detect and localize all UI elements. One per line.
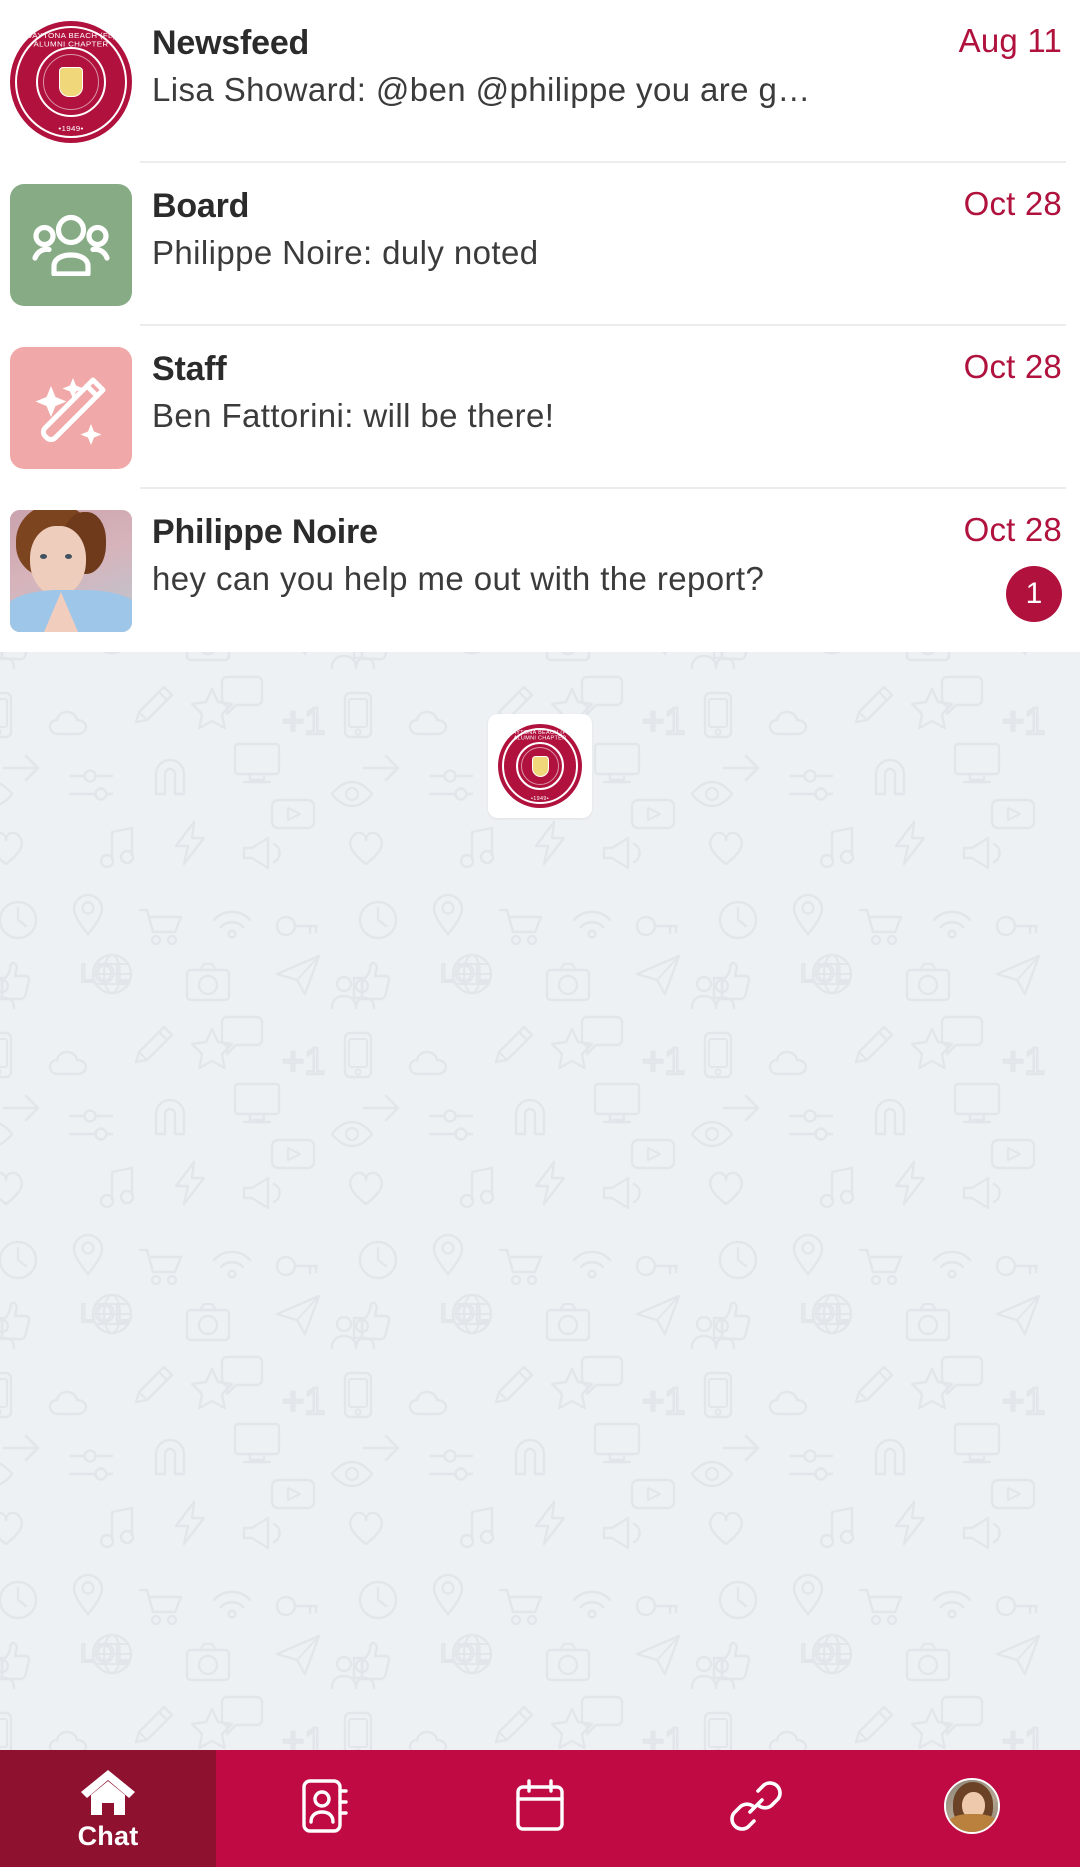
- conversation-text: Board Philippe Noire: duly noted: [132, 163, 870, 272]
- conversation-meta: Oct 28 1: [870, 489, 1080, 622]
- conversation-row-newsfeed[interactable]: DAYTONA BEACH (FL) ALUMNI CHAPTER •1949•…: [0, 0, 1080, 163]
- conversation-date: Oct 28: [963, 348, 1062, 385]
- conversation-text: Newsfeed Lisa Showard: @ben @philippe yo…: [132, 0, 870, 109]
- conversation-meta: Aug 11: [870, 0, 1080, 57]
- conversation-preview: hey can you help me out with the report?: [152, 560, 765, 598]
- avatar[interactable]: [10, 510, 132, 632]
- conversation-meta: Oct 28: [870, 326, 1080, 383]
- conversation-title: Newsfeed: [152, 24, 310, 62]
- tab-chat[interactable]: Chat: [0, 1750, 216, 1867]
- crest-logo-icon: DAYTONA BEACH (FL) ALUMNI CHAPTER •1949•: [498, 724, 582, 808]
- avatar[interactable]: DAYTONA BEACH (FL) ALUMNI CHAPTER •1949•: [10, 21, 132, 143]
- home-icon: [79, 1767, 137, 1817]
- group-people-icon: [10, 184, 132, 306]
- conversation-title: Philippe Noire: [152, 513, 378, 551]
- link-chain-icon: [727, 1777, 785, 1835]
- conversation-date: Oct 28: [963, 185, 1062, 222]
- tab-chat-label: Chat: [77, 1821, 139, 1851]
- crest-bottom-text: •1949•: [531, 796, 549, 802]
- conversation-list: DAYTONA BEACH (FL) ALUMNI CHAPTER •1949•…: [0, 0, 1080, 652]
- conversation-preview: Philippe Noire: duly noted: [152, 234, 539, 272]
- conversation-date: Oct 28: [963, 511, 1062, 548]
- tab-links[interactable]: [648, 1750, 864, 1867]
- bottom-navigation-bar: Chat: [0, 1750, 1080, 1867]
- crest-top-text: DAYTONA BEACH (FL) ALUMNI CHAPTER: [508, 730, 572, 742]
- conversation-meta: Oct 28: [870, 163, 1080, 220]
- conversation-preview: Ben Fattorini: will be there!: [152, 397, 555, 435]
- conversation-row-board[interactable]: Board Philippe Noire: duly noted Oct 28: [0, 163, 1080, 326]
- crest-top-text: DAYTONA BEACH (FL) ALUMNI CHAPTER: [26, 31, 116, 49]
- crest-bottom-text: •1949•: [58, 124, 84, 133]
- crest-logo-icon: DAYTONA BEACH (FL) ALUMNI CHAPTER •1949•: [10, 21, 132, 143]
- tab-profile[interactable]: [864, 1750, 1080, 1867]
- tab-contacts[interactable]: [216, 1750, 432, 1867]
- conversation-row-staff[interactable]: Staff Ben Fattorini: will be there! Oct …: [0, 326, 1080, 489]
- conversation-text: Staff Ben Fattorini: will be there!: [132, 326, 870, 435]
- tab-calendar[interactable]: [432, 1750, 648, 1867]
- conversation-title: Board: [152, 187, 250, 225]
- empty-state-logo-card: DAYTONA BEACH (FL) ALUMNI CHAPTER •1949•: [488, 714, 592, 818]
- conversation-row-philippe-noire[interactable]: Philippe Noire hey can you help me out w…: [0, 489, 1080, 652]
- unread-badge: 1: [1006, 566, 1062, 622]
- avatar[interactable]: [10, 347, 132, 469]
- magic-wand-icon: [10, 347, 132, 469]
- profile-avatar-icon: [944, 1777, 1000, 1834]
- avatar[interactable]: [10, 184, 132, 306]
- conversation-preview: Lisa Showard: @ben @philippe you are g…: [152, 71, 811, 109]
- user-photo-avatar: [10, 510, 132, 632]
- chat-app-screen: DAYTONA BEACH (FL) ALUMNI CHAPTER •1949•…: [0, 0, 1080, 1867]
- conversation-date: Aug 11: [958, 22, 1062, 59]
- empty-conversation-panel: LOL +1: [0, 652, 1080, 1750]
- contacts-book-icon: [297, 1777, 351, 1835]
- conversation-title: Staff: [152, 350, 227, 388]
- conversation-text: Philippe Noire hey can you help me out w…: [132, 489, 870, 598]
- calendar-icon: [512, 1777, 568, 1835]
